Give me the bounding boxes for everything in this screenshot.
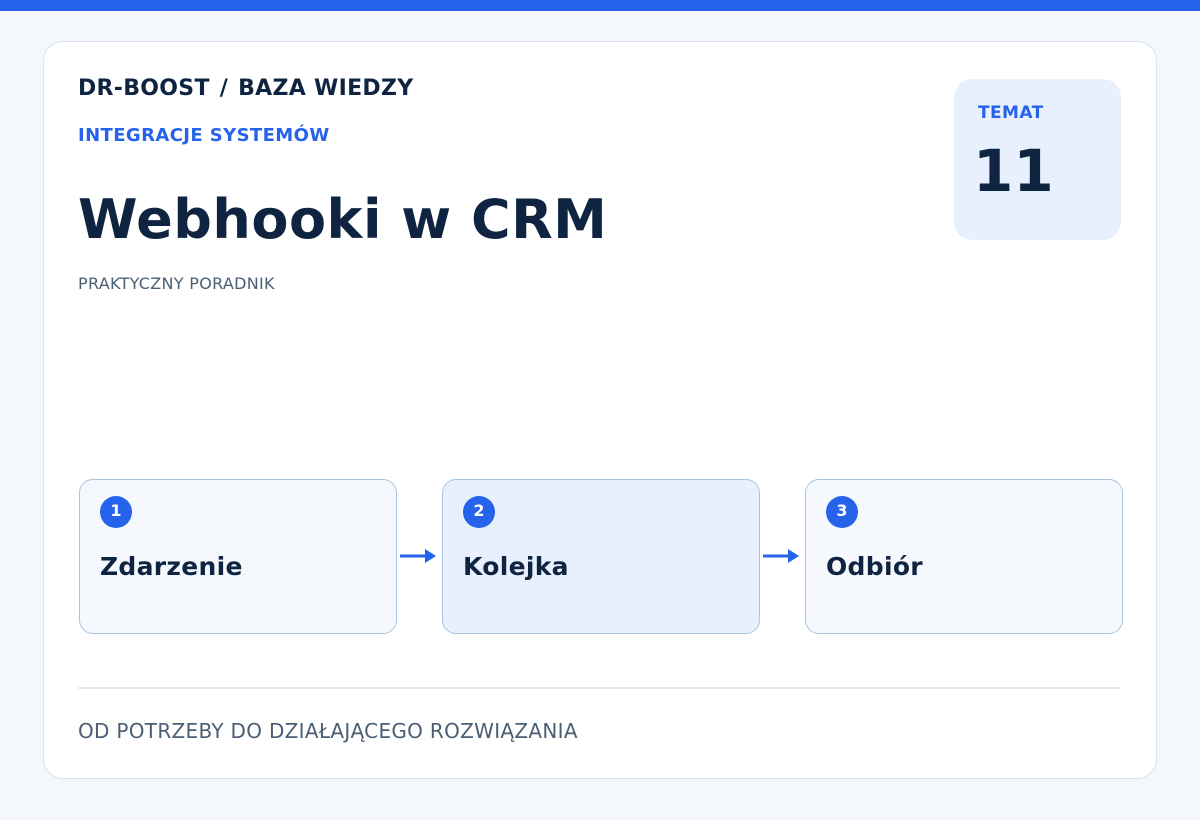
divider [78,687,1121,689]
step-card-odbior: 3 Odbiór [805,479,1123,634]
step-number-badge: 2 [463,496,495,528]
breadcrumb-separator: / [219,76,229,101]
breadcrumb-brand[interactable]: DR-BOOST [78,76,210,101]
step-number-badge: 1 [100,496,132,528]
category-label: INTEGRACJE SYSTEMÓW [78,125,330,146]
top-accent-bar [0,0,1200,11]
arrow-right-icon [400,549,436,563]
topic-badge: TEMAT 11 [954,79,1121,240]
breadcrumb: DR-BOOST / BAZA WIEDZY [78,76,413,101]
step-label: Zdarzenie [100,552,243,581]
page-subtitle: PRAKTYCZNY PORADNIK [78,274,275,293]
topic-number: 11 [973,137,1054,205]
footer-tagline: OD POTRZEBY DO DZIAŁAJĄCEGO ROZWIĄZANIA [78,719,578,743]
step-label: Odbiór [826,552,923,581]
page-title: Webhooki w CRM [78,188,608,251]
arrow-right-icon [763,549,799,563]
topic-label: TEMAT [978,103,1044,123]
step-label: Kolejka [463,552,569,581]
step-card-kolejka: 2 Kolejka [442,479,760,634]
breadcrumb-section[interactable]: BAZA WIEDZY [238,76,413,101]
step-card-zdarzenie: 1 Zdarzenie [79,479,397,634]
step-number-badge: 3 [826,496,858,528]
